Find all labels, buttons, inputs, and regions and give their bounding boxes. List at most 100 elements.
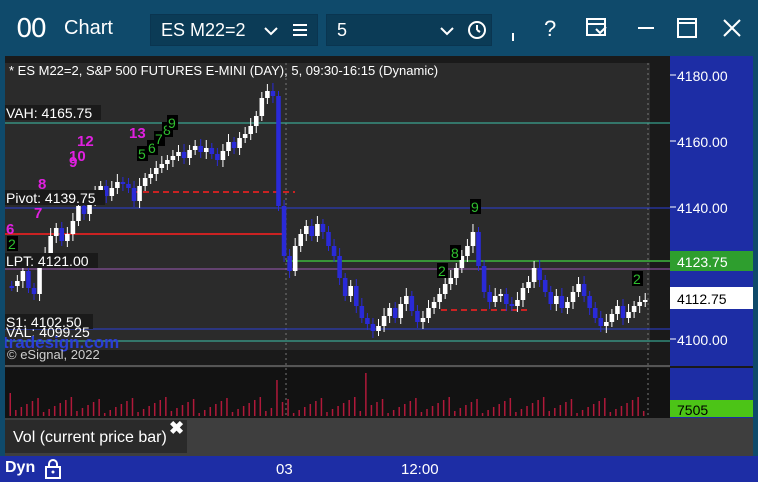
svg-text:?: ?	[544, 16, 556, 40]
volume-bar	[76, 411, 78, 416]
candle-body	[565, 302, 570, 308]
volume-bar	[265, 411, 267, 416]
volume-bar	[65, 400, 67, 416]
minimize-icon[interactable]	[634, 16, 658, 40]
volume-bar	[481, 413, 484, 416]
interval-value: 5	[337, 20, 348, 40]
volume-bar	[431, 406, 434, 416]
volume-bar	[515, 412, 517, 416]
candle-body	[187, 150, 192, 158]
candle-body	[409, 296, 415, 311]
chevron-down-icon[interactable]	[439, 25, 455, 37]
volume-bar	[637, 397, 639, 416]
title-bar: 00 Chart ES M22=2 5 ?	[0, 0, 758, 56]
candle-body	[604, 322, 609, 326]
vah-label: VAH: 4165.75	[6, 105, 92, 121]
volume-bar	[426, 409, 428, 416]
menu-icon[interactable]	[291, 22, 309, 38]
volume-bar	[276, 380, 278, 416]
candle-body	[237, 138, 242, 148]
volume-bar	[98, 399, 100, 416]
maximize-icon[interactable]	[675, 16, 699, 40]
count-label-green: 2	[8, 236, 16, 252]
volume-bar	[509, 398, 512, 416]
candle-body	[31, 288, 37, 294]
volume-bar	[320, 398, 323, 416]
lock-icon[interactable]	[44, 459, 62, 479]
candle-body	[470, 232, 476, 246]
volume-bar	[581, 410, 584, 416]
volume-bar	[148, 406, 150, 416]
candle-body	[53, 228, 59, 236]
candle-body	[570, 292, 576, 302]
count-label-green: 2	[438, 263, 446, 279]
clock-icon[interactable]	[467, 20, 487, 40]
chevron-down-icon[interactable]	[263, 25, 279, 37]
layout-icon[interactable]	[584, 16, 610, 40]
candle-body	[115, 182, 120, 188]
link-icon[interactable]	[510, 32, 516, 42]
volume-bar	[454, 411, 456, 416]
time-tick: 03	[276, 461, 293, 478]
candle-body	[265, 91, 270, 98]
candle-body	[354, 286, 359, 306]
candle-body	[515, 300, 520, 306]
interval-input[interactable]: 5	[326, 14, 492, 46]
volume-bar	[92, 402, 95, 416]
candle-body	[331, 246, 337, 256]
volume-bar	[170, 411, 173, 416]
volume-bar	[604, 398, 606, 416]
volume-bar	[303, 407, 306, 416]
volume-bar	[537, 400, 539, 416]
volume-bar	[209, 407, 212, 416]
close-icon[interactable]	[720, 16, 744, 40]
volume-study-label: Vol (current price bar)	[13, 429, 167, 446]
candle-body	[287, 256, 292, 271]
volume-bar	[631, 400, 634, 416]
volume-bar	[42, 412, 45, 416]
close-study-icon[interactable]: ✖	[169, 418, 184, 439]
volume-bar	[554, 408, 556, 416]
candle-body	[559, 296, 565, 308]
volume-study-tab[interactable]: Vol (current price bar) ✖	[5, 418, 187, 453]
volume-bar	[487, 410, 489, 416]
candle-body	[181, 152, 187, 158]
candle-body	[281, 206, 287, 256]
volume-bar	[248, 403, 250, 416]
volume-bar	[159, 400, 162, 416]
candle-body	[126, 184, 131, 188]
help-icon[interactable]: ?	[542, 16, 562, 40]
candle-body	[276, 96, 281, 206]
candle-body	[226, 142, 231, 151]
window-title: Chart	[64, 17, 113, 39]
candle-body	[476, 232, 481, 266]
candle-body	[9, 286, 15, 288]
pivot-label: Pivot: 4139.75	[6, 190, 96, 206]
volume-bar	[298, 410, 300, 416]
candle-body	[581, 284, 587, 296]
candle-body	[315, 224, 320, 236]
volume-bar	[103, 413, 106, 416]
candle-body	[626, 312, 631, 318]
volume-bar	[237, 409, 239, 416]
candle-body	[159, 164, 165, 168]
volume-bar	[326, 412, 328, 416]
volume-bar	[465, 405, 467, 416]
volume-bar	[626, 403, 628, 416]
chart-canvas[interactable]: 6 7 8 9 10 12 13 2 5 6 7 8 9 2 8 9 2 * ES M22=2, S&P 500…	[3, 56, 753, 456]
candle-body	[576, 284, 581, 292]
volume-bar	[309, 404, 312, 416]
app-icon: 00	[16, 14, 47, 44]
volume-bar	[137, 412, 139, 416]
volume-bar	[548, 411, 550, 416]
symbol-input[interactable]: ES M22=2	[150, 14, 318, 46]
candle-body	[76, 206, 81, 221]
volume-bar	[270, 408, 273, 416]
volume-bar	[620, 406, 623, 416]
price-chart[interactable]: 67891012 1325 67892892 * ES M22=2, S&P 500…	[3, 56, 753, 456]
candle-body	[176, 152, 181, 156]
volume-bar	[253, 400, 256, 416]
candle-body	[203, 148, 209, 152]
candle-body	[415, 311, 420, 322]
volume-bar	[615, 409, 617, 416]
